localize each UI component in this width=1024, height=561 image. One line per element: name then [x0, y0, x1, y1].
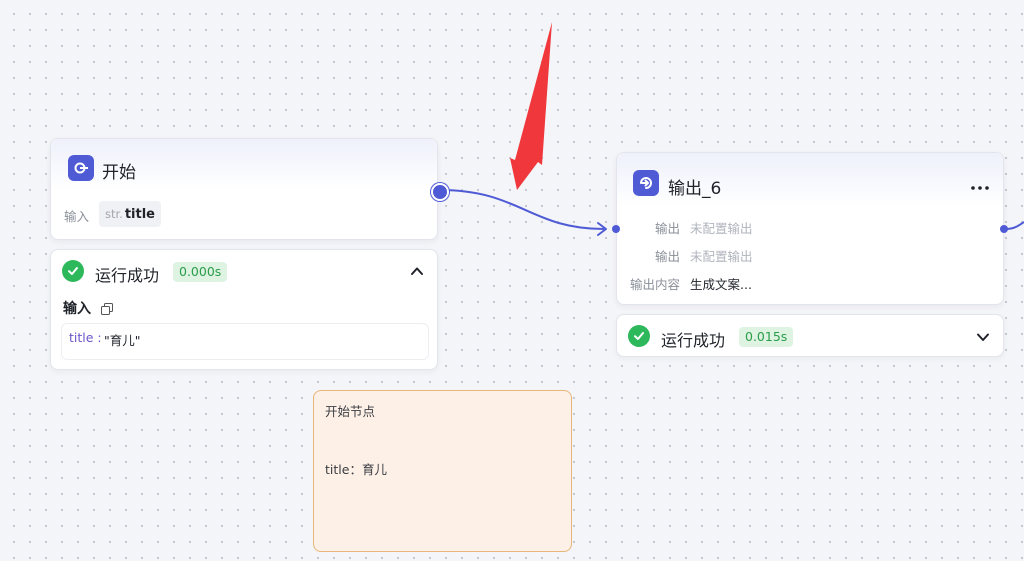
success-check-icon: [628, 325, 650, 347]
note-line-2: title：育儿: [325, 462, 387, 477]
output-node-icon: [633, 170, 659, 196]
output-row-value-2: 未配置输出: [690, 249, 753, 264]
output-row-value-3: 生成文案...: [690, 277, 752, 292]
result-value: "育儿": [104, 333, 141, 348]
output-node[interactable]: 输出_6 输出 未配置输出 输出 未配置输出 输出内容 生成文案...: [616, 152, 1004, 305]
start-node[interactable]: 开始 输入 str. title: [50, 138, 438, 240]
connection-edge[interactable]: [439, 189, 605, 230]
copy-icon[interactable]: [101, 300, 113, 315]
status-text: 运行成功: [95, 266, 160, 285]
run-time-badge: 0.000s: [173, 262, 228, 282]
more-icon[interactable]: [969, 178, 991, 190]
input-result-box: title : "育儿": [61, 323, 429, 360]
note-line-1: 开始节点: [325, 404, 376, 419]
output-node-title: 输出_6: [668, 179, 722, 199]
start-output-port[interactable]: [431, 183, 449, 201]
chevron-down-icon[interactable]: [975, 329, 991, 345]
run-time-badge: 0.015s: [739, 327, 794, 347]
param-type: str.: [105, 207, 123, 221]
result-key: title :: [69, 330, 102, 345]
start-node-icon: [68, 155, 94, 181]
output-row-value-1: 未配置输出: [690, 221, 753, 236]
output-row-label-3: 输出内容: [630, 277, 681, 292]
output-input-port[interactable]: [612, 225, 620, 233]
success-check-icon: [62, 260, 84, 282]
param-tag: str. title: [99, 201, 162, 227]
start-input-label: 输入: [64, 209, 90, 224]
output-row-label-2: 输出: [655, 249, 681, 264]
sticky-note[interactable]: 开始节点 title：育儿: [313, 390, 572, 552]
output-status-panel: 运行成功 0.015s: [616, 314, 1004, 357]
output-output-port[interactable]: [1000, 225, 1008, 233]
output-row-label-1: 输出: [655, 221, 681, 236]
start-node-title: 开始: [102, 163, 136, 183]
chevron-up-icon[interactable]: [409, 263, 425, 279]
annotation-arrow: [510, 22, 552, 190]
edge-continuation: [1005, 221, 1024, 230]
param-name: title: [124, 206, 156, 222]
start-status-panel: 运行成功 0.000s 输入 title : "育儿": [50, 249, 438, 370]
section-label-input: 输入: [63, 301, 91, 317]
status-text: 运行成功: [661, 331, 726, 350]
